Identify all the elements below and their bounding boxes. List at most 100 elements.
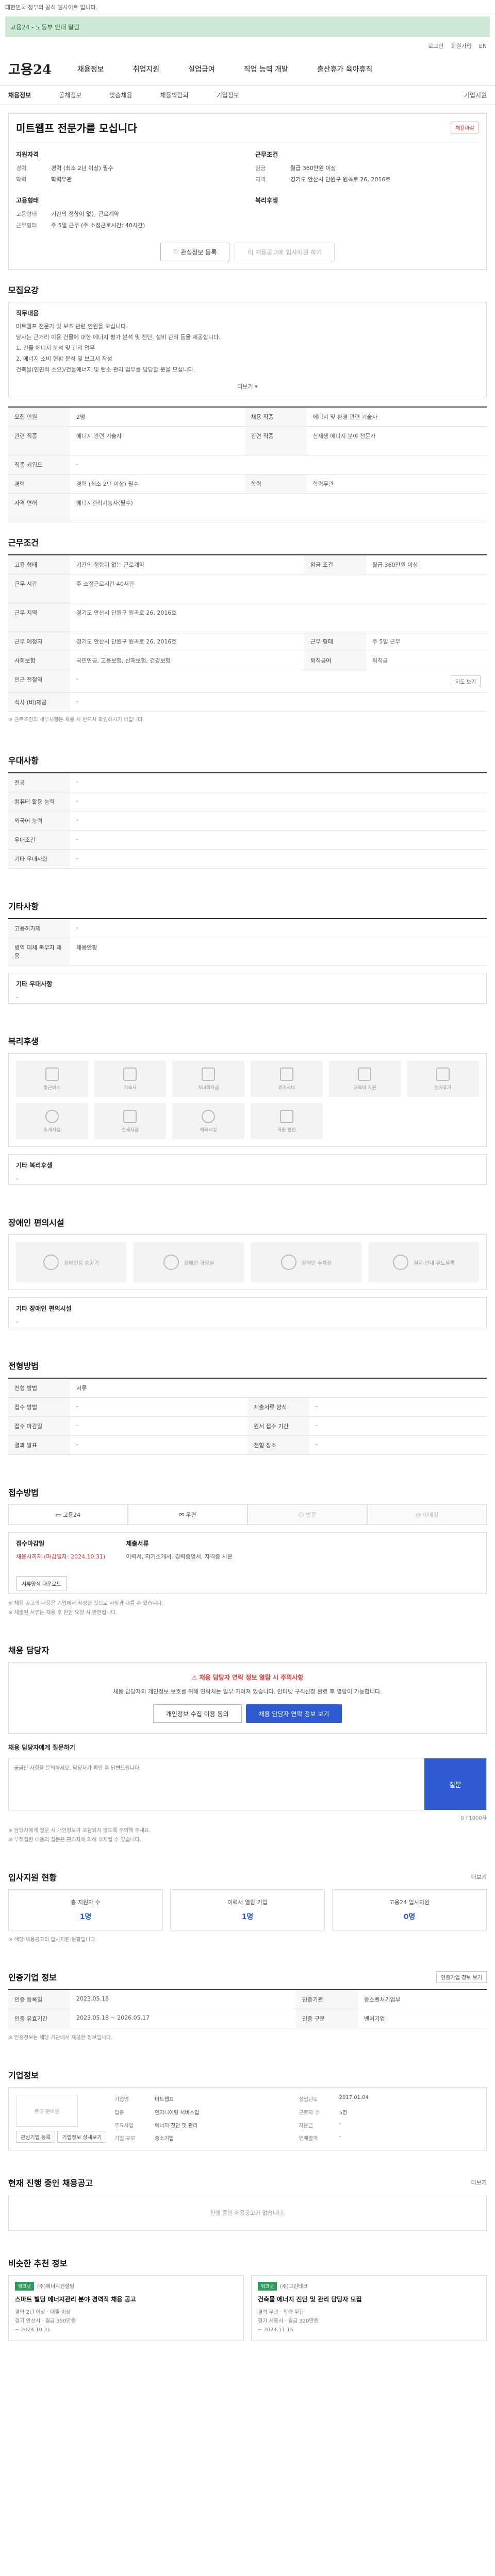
method-label: 우편 (186, 1512, 196, 1519)
table-value: - (70, 811, 487, 831)
method-online[interactable]: ▭ 고용24 (8, 1504, 128, 1526)
summary-qualification-title: 지원자격 (16, 151, 39, 158)
signup-link[interactable]: 회원가입 (451, 42, 471, 50)
recommend-card[interactable]: 워크넷 (주)그린테크 건축물 에너지 진단 및 관리 담당자 모집 경력 무관 … (251, 2275, 487, 2342)
subnav-item-support[interactable]: 기업지원 (464, 91, 487, 99)
company-detail-button[interactable]: 기업정보 상세보기 (57, 2131, 107, 2143)
table-row: 전형 방법 서류 (8, 1378, 487, 1398)
table-row: 인근 전철역 - 지도 보기 (8, 670, 487, 693)
site-logo[interactable]: 고용24 (8, 59, 52, 78)
other-extra-box: 기타 우대사항 - (8, 973, 487, 1004)
table-row: 인증 유효기간 2023.05.18 ~ 2026.05.17 인증 구분 벤처기업 (8, 2009, 487, 2029)
gov-notice-text: 대한민국 정부의 공식 웹사이트 입니다. (5, 4, 98, 11)
other-table: 고용허가제 - 병역 대체 복무자 채용 채용안함 (8, 918, 487, 966)
form-download-button[interactable]: 서류양식 다운로드 (16, 1576, 67, 1591)
stat-label: 총 지원자 수 (71, 1899, 101, 1906)
gnb-item-training[interactable]: 직업 능력 개발 (244, 64, 288, 74)
summary-value: 기간의 정함이 없는 근로계약 (51, 211, 119, 217)
method-label: 이메일 (423, 1512, 439, 1519)
table-value: - (309, 1416, 487, 1436)
company-value: 5명 (339, 2110, 348, 2116)
map-button[interactable]: 지도 보기 (451, 675, 481, 688)
company-key: 업종 (114, 2110, 124, 2116)
method-mail[interactable]: ✉ 우편 (128, 1504, 248, 1526)
table-row: 자격 면허 에너지관리기능사(필수) (8, 493, 487, 523)
subnav-item-company[interactable]: 기업정보 (217, 91, 239, 99)
recommend-meta: ~ 2024.10.31 (15, 2327, 51, 2333)
subnav-item-fair[interactable]: 채용박람회 (160, 91, 189, 99)
table-value: - (70, 1397, 248, 1417)
disability-section: 장애인 편의시설 장애인용 승강기 장애인 화장실 장애인 주차장 점자 안내 … (8, 1185, 487, 1329)
cert-note: ※ 인증정보는 해당 기관에서 제공한 정보입니다. (8, 2035, 113, 2041)
others-more-link[interactable]: 더보기 (471, 2178, 487, 2187)
recommend-title-text[interactable]: 스마트 빌딩 에너지관리 분야 경력직 채용 공고 (15, 2295, 237, 2304)
gnb-item-jobs[interactable]: 채용정보 (77, 64, 104, 74)
company-key: 기업 규모 (114, 2136, 136, 2142)
table-value: 경기도 안산시 단원구 원곡로 26, 2016호 (70, 603, 487, 633)
gnb-item-benefits[interactable]: 실업급여 (188, 64, 215, 74)
summary-key: 학력 (16, 176, 27, 183)
process-table: 전형 방법 서류 접수 방법 - 제출서류 양식 - 접수 마감일 - 원서 접수 기간 - … (8, 1378, 487, 1455)
apply-button[interactable]: 이 채용공고에 입사지원 하기 (235, 243, 335, 261)
table-row: 모집 인원 2명 채용 직종 에너지 및 환경 관련 기술자 (8, 407, 487, 427)
table-value: 2023.05.18 ~ 2026.05.17 (70, 2009, 296, 2029)
welfare-item: 기숙사 (94, 1061, 167, 1097)
company-value: 엔지니어링 서비스업 (155, 2110, 200, 2116)
table-row: 직종 키워드 - (8, 455, 487, 475)
language-link[interactable]: EN (479, 43, 487, 49)
deadline-label: 접수마감일 (16, 1540, 45, 1548)
company-table: 기업명 미트웹프 설립년도 2017.01.04 업종 엔지니어링 서비스업 근로자 … (114, 2095, 479, 2143)
login-link[interactable]: 로그인 (428, 42, 443, 50)
table-key: 모집 인원 (8, 407, 70, 427)
table-row: 외국어 능력 - (8, 811, 487, 831)
docs-value: 이력서, 자기소개서, 경력증명서, 자격증 사본 (126, 1553, 233, 1561)
top-banner[interactable]: 고용24 - 노동부 안내 알림 (5, 16, 490, 37)
apply-methods: ▭ 고용24 ✉ 우편 ☺ 방문 @ 이메일 (8, 1504, 487, 1526)
disability-item: 장애인 화장실 (134, 1242, 244, 1283)
work-title: 근무조건 (8, 538, 39, 548)
table-value: 에너지관리기능사(필수) (70, 493, 487, 523)
chevron-down-icon: ▾ (255, 383, 258, 391)
save-interest-button[interactable]: ♡ 관심정보 등록 (160, 243, 230, 261)
stat-card: 총 지원자 수 1명 (8, 1889, 163, 1931)
summary-value: 월급 360만원 이상 (290, 165, 336, 172)
welfare-item: 체육시설 (172, 1103, 244, 1140)
table-row: 우대조건 - (8, 830, 487, 850)
gnb-item-employment[interactable]: 취업지원 (133, 64, 160, 74)
table-row: 병역 대체 복무자 채용 채용안함 (8, 938, 487, 966)
favorite-company-button[interactable]: 관심기업 등록 (16, 2131, 56, 2143)
more-button[interactable]: 더보기 ▾ (16, 382, 479, 391)
disability-box: 장애인용 승강기 장애인 화장실 장애인 주차장 점자 안내 유도블록 (8, 1234, 487, 1291)
welfare-section: 복리후생 통근버스 기숙사 자녀학자금 경조사비 교육비 지원 연차휴가 휴게시… (8, 1004, 487, 1185)
stats-more-link[interactable]: 더보기 (471, 1873, 487, 1881)
status-badge: 채용마감 (451, 122, 479, 133)
summary-key: 근무형태 (16, 222, 37, 229)
recommend-company: (주)그린테크 (279, 2284, 308, 2290)
qa-submit-button[interactable]: 질문 (424, 1758, 486, 1810)
gnb-menu: 채용정보 취업지원 실업급여 직업 능력 개발 출산휴가 육아휴직 (77, 64, 372, 74)
summary-key: 고용형태 (16, 211, 37, 217)
table-row: 사회보험 국민연금, 고용보험, 산재보험, 건강보험 퇴직급여 퇴직금 (8, 651, 487, 671)
other-extra-label: 기타 우대사항 (16, 980, 53, 988)
welfare-item: 통근버스 (16, 1061, 88, 1097)
recommend-card[interactable]: 워크넷 (주)에너지컨설팅 스마트 빌딩 에너지관리 분야 경력직 채용 공고 경… (8, 2275, 244, 2342)
gnb-item-leave[interactable]: 출산휴가 육아휴직 (317, 64, 373, 74)
qa-box: 질문 (8, 1758, 487, 1811)
summary-key: 임금 (255, 165, 266, 172)
cert-table: 인증 등록일 2023.05.18 인증기관 중소벤처기업부 인증 유효기간 2023.… (8, 1989, 487, 2029)
disability-item-label: 장애인용 승강기 (64, 1260, 99, 1266)
apply-detail-box: 접수마감일 채용시까지 (마감일자: 2024.10.31) 서류양식 다운로드… (8, 1532, 487, 1595)
subnav-item-custom[interactable]: 맞춤채용 (109, 91, 132, 99)
process-section: 전형방법 전형 방법 서류 접수 방법 - 제출서류 양식 - 접수 마감일 - 원서 접수… (8, 1328, 487, 1455)
others-empty: 진행 중인 채용공고가 없습니다. (8, 2195, 487, 2231)
qa-input[interactable] (9, 1758, 424, 1810)
view-contact-button[interactable]: 채용 담당자 연락 정보 보기 (245, 1704, 342, 1723)
qa-note: ※ 담당자에게 질문 시 개인정보가 포함되지 않도록 주의해 주세요. (8, 1828, 151, 1834)
recruit-title: 모집요강 (8, 285, 39, 295)
cert-view-button[interactable]: 인증기업 정보 보기 (436, 1971, 487, 1983)
subnav-item-public[interactable]: 공채정보 (59, 91, 81, 99)
recommend-title-text[interactable]: 건축물 에너지 진단 및 관리 담당자 모집 (258, 2295, 480, 2304)
table-value: 2023.05.18 (70, 1990, 296, 2010)
subnav-item-jobs[interactable]: 채용정보 (8, 91, 31, 99)
consent-button[interactable]: 개인정보 수집 이용 동의 (153, 1704, 242, 1723)
